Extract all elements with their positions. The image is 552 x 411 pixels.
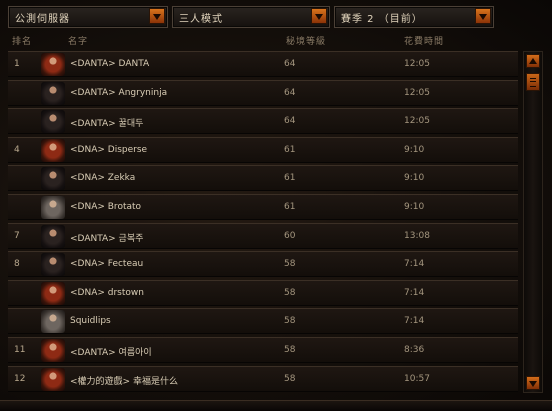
row-rift-level: 58: [284, 259, 296, 270]
row-rift-level: 64: [284, 87, 296, 98]
row-rift-level: 61: [284, 173, 296, 184]
season-dropdown-value: 賽季 2 （目前）: [341, 14, 423, 25]
female-hero-dark-icon: [41, 167, 65, 191]
row-rift-level: 64: [284, 59, 296, 69]
mode-dropdown[interactable]: 三人模式: [172, 6, 330, 28]
leaderboard-row[interactable]: 4 <DNA> Disperse 61 9:10: [8, 136, 518, 163]
mode-dropdown-value: 三人模式: [179, 14, 223, 25]
row-player-name[interactable]: <DANTA> DANTA: [70, 59, 149, 69]
female-hero-dark-icon: [41, 253, 65, 277]
row-rank: 1: [14, 59, 20, 69]
row-time: 7:14: [404, 287, 425, 298]
row-rank: 11: [14, 345, 26, 355]
leaderboard-row[interactable]: 1 <DANTA> DANTA 64 12:05: [8, 51, 518, 77]
leaderboard-row[interactable]: <DNA> drstown 58 7:14: [8, 279, 518, 306]
row-player-name[interactable]: <權力的遊戲> 幸福是什么: [70, 374, 178, 387]
column-header-rank[interactable]: 排名: [12, 34, 32, 47]
leaderboard-row[interactable]: <DANTA> Angryninja 64 12:05: [8, 79, 518, 106]
server-dropdown[interactable]: 公測伺服器: [8, 6, 168, 28]
column-header-time[interactable]: 花費時間: [404, 34, 444, 47]
leaderboard-row[interactable]: <DNA> Brotato 61 9:10: [8, 194, 518, 220]
row-rift-level: 61: [284, 144, 296, 155]
female-hero-dark-icon: [41, 110, 65, 134]
female-hero-dark-icon: [41, 81, 65, 105]
row-rank: 4: [14, 144, 20, 155]
row-time: 8:36: [404, 345, 425, 355]
row-time: 12:05: [404, 116, 430, 127]
row-time: 10:57: [404, 373, 430, 384]
column-header-name[interactable]: 名字: [68, 34, 88, 47]
row-rift-level: 58: [284, 345, 296, 355]
female-hero-red-icon: [41, 281, 65, 305]
row-player-name[interactable]: <DANTA> 금복주: [70, 231, 143, 244]
leaderboard-window: 公測伺服器 三人模式 賽季 2 （目前） 排名 名字 秘境等級 花費時間 1 <D…: [0, 0, 552, 411]
leaderboard-row[interactable]: 8 <DNA> Fecteau 58 7:14: [8, 251, 518, 278]
female-hero-red-icon: [41, 138, 65, 162]
female-hero-red-icon: [41, 53, 65, 76]
server-dropdown-value: 公測伺服器: [15, 14, 70, 25]
row-rift-level: 60: [284, 230, 296, 241]
row-player-name[interactable]: <DNA> Zekka: [70, 173, 135, 183]
male-hero-grey-icon: [41, 196, 65, 219]
row-player-name[interactable]: Squidlips: [70, 316, 111, 326]
row-time: 12:05: [404, 59, 430, 69]
arrow-up-icon[interactable]: [526, 54, 540, 68]
row-player-name[interactable]: <DNA> Fecteau: [70, 259, 143, 269]
row-time: 9:10: [404, 173, 425, 184]
row-time: 7:14: [404, 259, 425, 270]
row-player-name[interactable]: <DNA> Disperse: [70, 145, 147, 155]
season-dropdown[interactable]: 賽季 2 （目前）: [334, 6, 494, 28]
row-rift-level: 58: [284, 373, 296, 384]
row-rift-level: 61: [284, 202, 296, 212]
chevron-down-icon[interactable]: [311, 8, 327, 24]
female-hero-red-icon: [41, 339, 65, 362]
row-rift-level: 58: [284, 287, 296, 298]
row-time: 13:08: [404, 230, 430, 241]
leaderboard-row[interactable]: Squidlips 58 7:14: [8, 308, 518, 335]
row-time: 9:10: [404, 202, 425, 212]
female-hero-dark-icon: [41, 224, 65, 248]
male-hero-grey-icon: [41, 310, 65, 334]
arrow-down-icon[interactable]: [526, 376, 540, 390]
row-player-name[interactable]: <DANTA> Angryninja: [70, 88, 167, 98]
row-time: 9:10: [404, 144, 425, 155]
scrollbar-thumb[interactable]: [526, 73, 540, 91]
chevron-down-icon[interactable]: [149, 8, 165, 24]
leaderboard-row[interactable]: 7 <DANTA> 금복주 60 13:08: [8, 222, 518, 249]
row-rank: 7: [14, 230, 20, 241]
female-hero-red-icon: [41, 367, 65, 391]
column-header-level[interactable]: 秘境等級: [286, 34, 326, 47]
row-player-name[interactable]: <DNA> Brotato: [70, 202, 141, 212]
leaderboard-row[interactable]: <DANTA> 꿀대두 64 12:05: [8, 108, 518, 135]
row-player-name[interactable]: <DANTA> 꿀대두: [70, 116, 143, 129]
scrollbar[interactable]: [523, 51, 543, 393]
row-rift-level: 58: [284, 316, 296, 327]
row-rift-level: 64: [284, 116, 296, 127]
leaderboard-row[interactable]: <DNA> Zekka 61 9:10: [8, 165, 518, 192]
row-player-name[interactable]: <DNA> drstown: [70, 288, 144, 298]
row-rank: 12: [14, 373, 26, 384]
leaderboard-row[interactable]: 11 <DANTA> 여름아이 58 8:36: [8, 337, 518, 363]
window-bottom-border: [0, 400, 552, 411]
row-rank: 8: [14, 259, 20, 270]
row-player-name[interactable]: <DANTA> 여름아이: [70, 345, 152, 358]
chevron-down-icon[interactable]: [475, 8, 491, 24]
row-time: 12:05: [404, 87, 430, 98]
leaderboard-row[interactable]: 12 <權力的遊戲> 幸福是什么 58 10:57: [8, 365, 518, 392]
row-time: 7:14: [404, 316, 425, 327]
